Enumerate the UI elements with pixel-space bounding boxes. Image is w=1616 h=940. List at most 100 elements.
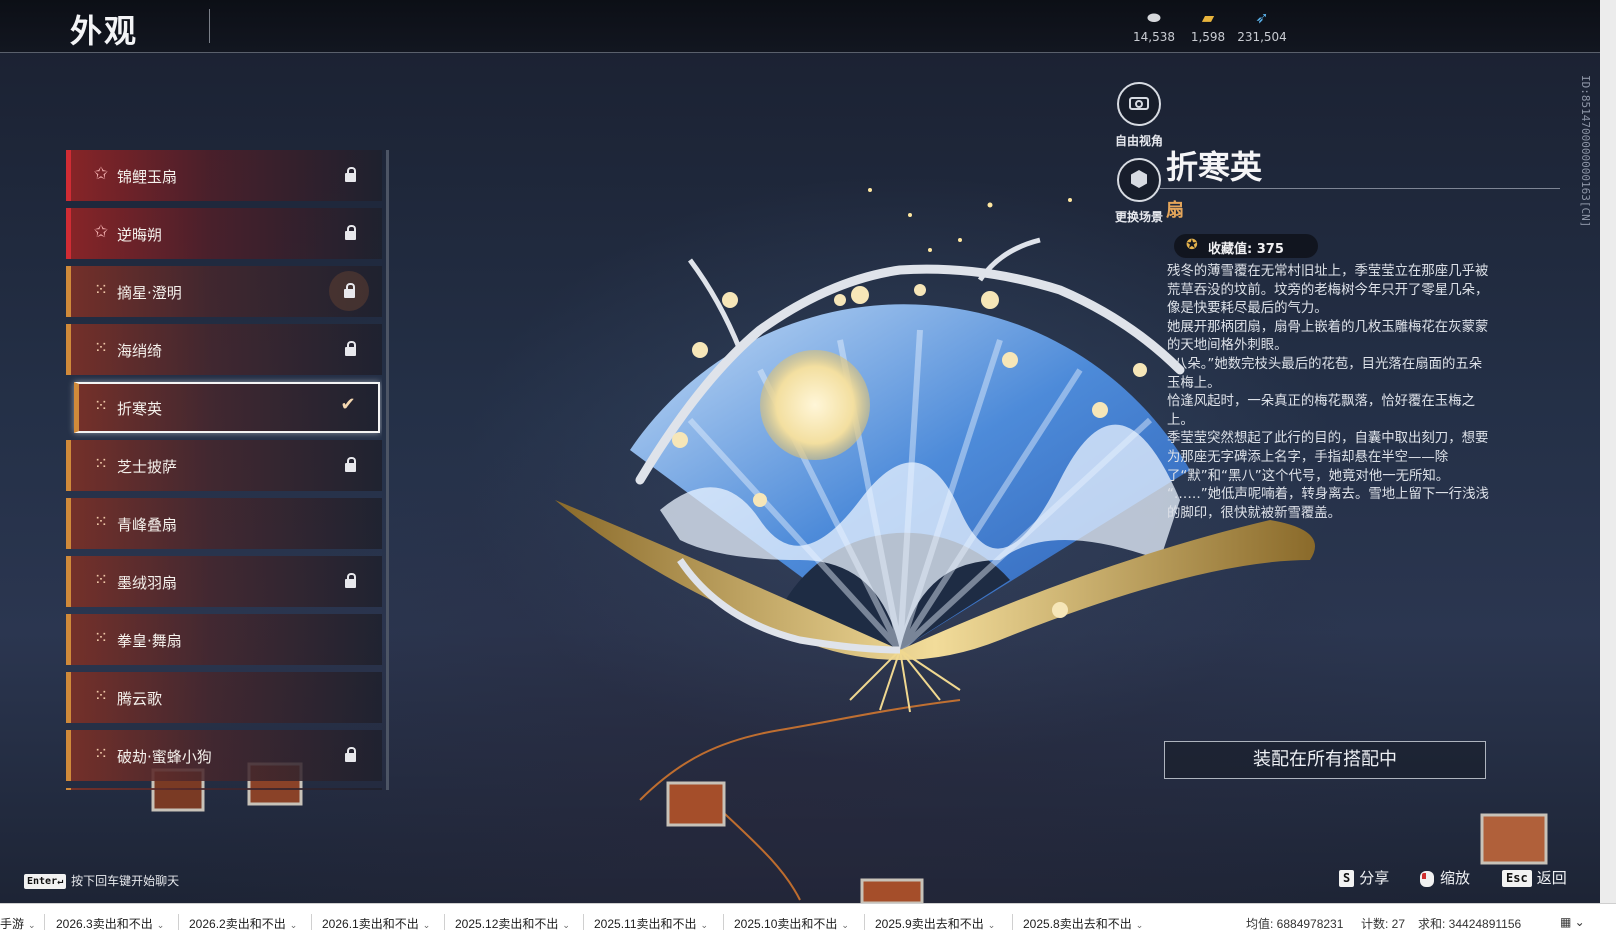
lore-paragraph: 季莹莹突然想起了此行的目的，自囊中取出刻刀，想要为那座无字碑添上名字，手指却悬在… bbox=[1167, 431, 1489, 484]
lock-icon bbox=[329, 271, 369, 311]
currency-gold: ▰ 1,598 bbox=[1178, 8, 1238, 44]
sheet-tab[interactable]: 2025.9卖出去和不出 ⌄ bbox=[875, 915, 995, 932]
skin-item[interactable]: ⁙ 芝士披萨 bbox=[66, 440, 382, 491]
sheet-tab[interactable]: 2025.10卖出和不出 ⌄ bbox=[734, 915, 849, 932]
share-label: 分享 bbox=[1359, 869, 1390, 887]
feather-token-icon: ➶ bbox=[1255, 8, 1269, 27]
change-scene-button[interactable]: 更换场景 bbox=[1104, 158, 1174, 225]
skin-item[interactable]: ✩ 锦鲤玉扇 bbox=[66, 150, 382, 201]
cube-icon bbox=[1117, 158, 1161, 202]
silver-ingot-icon: ⬬ bbox=[1147, 8, 1161, 27]
rarity-icon: ⁙ bbox=[93, 338, 109, 358]
change-scene-label: 更换场景 bbox=[1114, 210, 1163, 224]
lock-icon bbox=[337, 162, 363, 188]
sheet-tab[interactable]: 2025.8卖出去和不出 ⌄ bbox=[1023, 915, 1143, 932]
skin-name: 摘星·澄明 bbox=[117, 284, 182, 302]
skin-item[interactable]: ⁙ 腾云歌 bbox=[66, 672, 382, 723]
lore-paragraph: “八朵。”她数完枝头最后的花苞，目光落在扇面的五朵玉梅上。 bbox=[1167, 356, 1483, 391]
skin-item-selected[interactable]: ⁙ 折寒英 ✔ bbox=[74, 382, 380, 433]
skin-name: 破劫·蜜蜂小狗 bbox=[117, 748, 212, 766]
skin-name: 海绡绮 bbox=[117, 342, 163, 360]
list-scrollbar[interactable] bbox=[386, 150, 389, 790]
skin-name: 逆晦朔 bbox=[117, 226, 163, 244]
lore-paragraph: 残冬的薄雪覆在无常村旧址上，季莹莹立在那座几乎被荒草吞没的坟前。坟旁的老梅树今年… bbox=[1167, 264, 1489, 317]
checkmark-icon: ✔ bbox=[340, 394, 356, 415]
skin-item[interactable]: ✩ 逆晦朔 bbox=[66, 208, 382, 259]
page-title: 外观 bbox=[70, 12, 139, 50]
game-viewport: 外观 ⬬ 14,538 ▰ 1,598 ➶ 231,504 ID:8514700… bbox=[0, 0, 1600, 903]
skin-item[interactable]: ⁙ 拳皇·舞扇 bbox=[66, 614, 382, 665]
lore-paragraph: “……”她低声呢喃着，转身离去。雪地上留下一行浅浅的脚印，很快就被新雪覆盖。 bbox=[1167, 487, 1489, 521]
sheet-tab[interactable]: 2026.2卖出和不出 ⌄ bbox=[189, 915, 297, 932]
sheet-tab[interactable]: 2025.12卖出和不出 ⌄ bbox=[455, 915, 570, 932]
skin-name: 折寒英 bbox=[117, 400, 163, 418]
sheet-tab[interactable]: 2025.11卖出和不出 ⌄ bbox=[594, 915, 708, 932]
chevron-down-icon: ⌄ bbox=[700, 920, 709, 930]
currency-value: 231,504 bbox=[1237, 30, 1287, 44]
collection-value-badge: ✪ 收藏值: 375 bbox=[1174, 234, 1318, 258]
chat-hint[interactable]: Enter↵ 按下回车键开始聊天 bbox=[24, 872, 179, 889]
skin-name: 锦鲤玉扇 bbox=[117, 168, 178, 186]
star-icon: ✩ bbox=[93, 222, 109, 242]
grid-view-icon[interactable]: ▦ ⌄ bbox=[1560, 915, 1585, 929]
status-average: 均值: 6884978231 bbox=[1246, 917, 1344, 931]
chevron-down-icon: ⌄ bbox=[562, 920, 570, 930]
currency-silver: ⬬ 14,538 bbox=[1124, 8, 1184, 44]
rarity-icon: ⁙ bbox=[93, 280, 109, 300]
equip-all-button[interactable]: 装配在所有搭配中 bbox=[1164, 741, 1486, 779]
skin-name: 腾云歌 bbox=[117, 690, 163, 708]
skin-name: 芝士披萨 bbox=[117, 458, 178, 476]
collection-icon: ✪ bbox=[1186, 237, 1198, 253]
rarity-icon: ⁙ bbox=[93, 512, 109, 532]
title-divider bbox=[209, 9, 210, 43]
lock-icon bbox=[337, 452, 363, 478]
back-button[interactable]: Esc 返回 bbox=[1502, 867, 1567, 888]
sheet-tab[interactable]: 2026.1卖出和不出 ⌄ bbox=[322, 915, 430, 932]
skin-item[interactable]: ⁙ 墨绒羽扇 bbox=[66, 556, 382, 607]
zoom-button[interactable]: 缩放 bbox=[1420, 867, 1470, 888]
collection-value: 收藏值: 375 bbox=[1208, 242, 1284, 257]
background-window-edge bbox=[1600, 0, 1616, 903]
lock-icon bbox=[337, 568, 363, 594]
back-label: 返回 bbox=[1536, 869, 1567, 887]
top-bar: 外观 ⬬ 14,538 ▰ 1,598 ➶ 231,504 bbox=[0, 0, 1600, 53]
item-name: 折寒英 bbox=[1166, 148, 1263, 186]
lore-paragraph: 她展开那柄团扇，扇骨上嵌着的几枚玉雕梅花在灰蒙蒙的天地间格外刺眼。 bbox=[1167, 319, 1489, 354]
player-id: ID:8514700000000163[CN] bbox=[1579, 75, 1592, 228]
rarity-icon: ⁙ bbox=[93, 570, 109, 590]
lock-icon bbox=[337, 742, 363, 768]
rarity-icon: ⁙ bbox=[93, 686, 109, 706]
gold-ticket-icon: ▰ bbox=[1201, 8, 1215, 27]
share-button[interactable]: S 分享 bbox=[1339, 867, 1389, 888]
skin-item[interactable]: ⁙ 摘星·澄明 bbox=[66, 266, 382, 317]
currency-value: 14,538 bbox=[1133, 30, 1175, 44]
status-sum: 求和: 34424891156 bbox=[1418, 917, 1522, 931]
mouse-icon bbox=[1420, 870, 1434, 887]
sheet-tab[interactable]: 手游 ⌄ bbox=[0, 915, 36, 932]
chevron-down-icon: ⌄ bbox=[156, 920, 165, 930]
sheet-tab[interactable]: 2026.3卖出和不出 ⌄ bbox=[56, 915, 164, 932]
rarity-icon: ⁙ bbox=[93, 744, 109, 764]
currency-value: 1,598 bbox=[1190, 30, 1226, 44]
free-view-button[interactable]: 自由视角 bbox=[1104, 82, 1174, 149]
zoom-label: 缩放 bbox=[1440, 869, 1471, 887]
skin-item-partial[interactable] bbox=[66, 788, 382, 790]
currency-feather: ➶ 231,504 bbox=[1232, 8, 1292, 44]
skin-item[interactable]: ⁙ 青峰叠扇 bbox=[66, 498, 382, 549]
chevron-down-icon: ⌄ bbox=[28, 920, 36, 930]
skin-name: 青峰叠扇 bbox=[117, 516, 178, 534]
title-underline bbox=[1160, 188, 1560, 189]
camera-icon bbox=[1117, 82, 1161, 126]
skin-item[interactable]: ⁙ 破劫·蜜蜂小狗 bbox=[66, 730, 382, 781]
skin-name: 拳皇·舞扇 bbox=[117, 632, 182, 650]
item-type: 扇 bbox=[1166, 200, 1184, 221]
chat-hint-text: 按下回车键开始聊天 bbox=[71, 874, 180, 888]
chevron-down-icon: ⌄ bbox=[1135, 920, 1144, 930]
rarity-icon: ⁙ bbox=[93, 396, 109, 416]
skin-name: 墨绒羽扇 bbox=[117, 574, 178, 592]
star-icon: ✩ bbox=[93, 164, 109, 184]
skin-item[interactable]: ⁙ 海绡绮 bbox=[66, 324, 382, 375]
chevron-down-icon: ⌄ bbox=[289, 920, 298, 930]
chevron-down-icon: ⌄ bbox=[841, 920, 849, 930]
status-count: 计数: 27 bbox=[1361, 917, 1406, 931]
